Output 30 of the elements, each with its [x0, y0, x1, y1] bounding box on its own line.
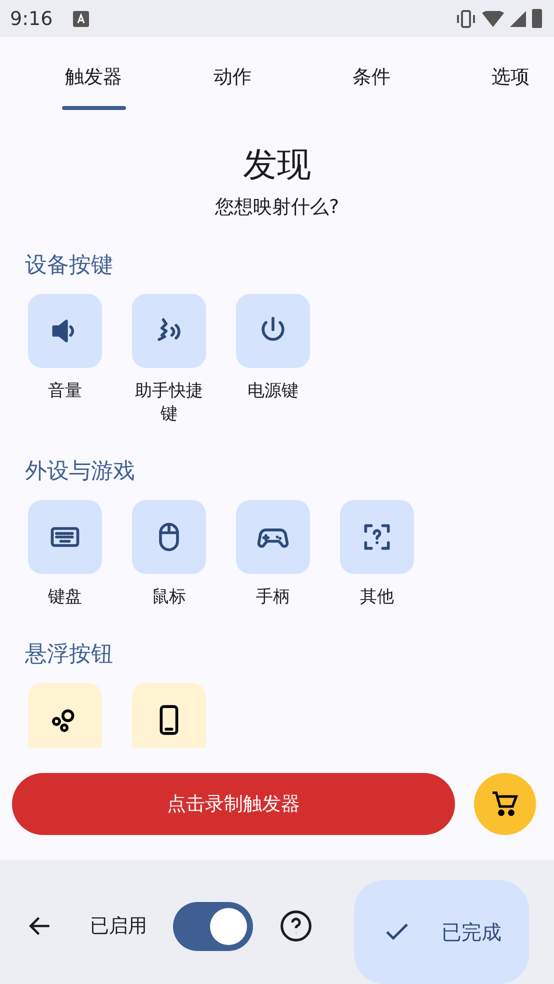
- cart-icon: [490, 789, 520, 819]
- help-button[interactable]: [279, 909, 313, 943]
- trigger-option[interactable]: 键盘: [25, 500, 105, 609]
- status-time: 9:16: [10, 8, 53, 30]
- page-title: 发现: [242, 144, 312, 187]
- vibrate-icon: [456, 8, 476, 30]
- done-button[interactable]: 已完成: [354, 880, 529, 984]
- trigger-option[interactable]: 电源键: [233, 294, 313, 403]
- enabled-label: 已启用: [90, 914, 147, 939]
- trigger-option[interactable]: 助手快捷键: [129, 294, 209, 426]
- trigger-option[interactable]: 手柄: [233, 500, 313, 609]
- trigger-option[interactable]: 音量: [25, 294, 105, 403]
- signal-icon: [510, 10, 526, 26]
- tab[interactable]: 动作: [163, 37, 302, 112]
- notification-icon: [72, 10, 89, 26]
- trigger-option[interactable]: 鼠标: [129, 500, 209, 609]
- section-heading: 外设与游戏: [25, 458, 136, 486]
- help-icon: [279, 909, 313, 943]
- tab-indicator: [62, 106, 126, 110]
- record-trigger-button[interactable]: 点击录制触发器: [12, 773, 455, 835]
- section-heading: 悬浮按钮: [25, 640, 114, 669]
- page-subtitle: 您想映射什么?: [214, 195, 340, 220]
- tab[interactable]: 条件: [302, 37, 441, 112]
- trigger-option[interactable]: 其他: [337, 500, 417, 609]
- enabled-switch[interactable]: [173, 902, 253, 950]
- tab[interactable]: 选项: [441, 37, 554, 112]
- wifi-icon: [482, 10, 504, 26]
- tab[interactable]: 触发器: [24, 37, 163, 112]
- battery-icon: [532, 9, 542, 28]
- section-heading: 设备按键: [25, 252, 114, 280]
